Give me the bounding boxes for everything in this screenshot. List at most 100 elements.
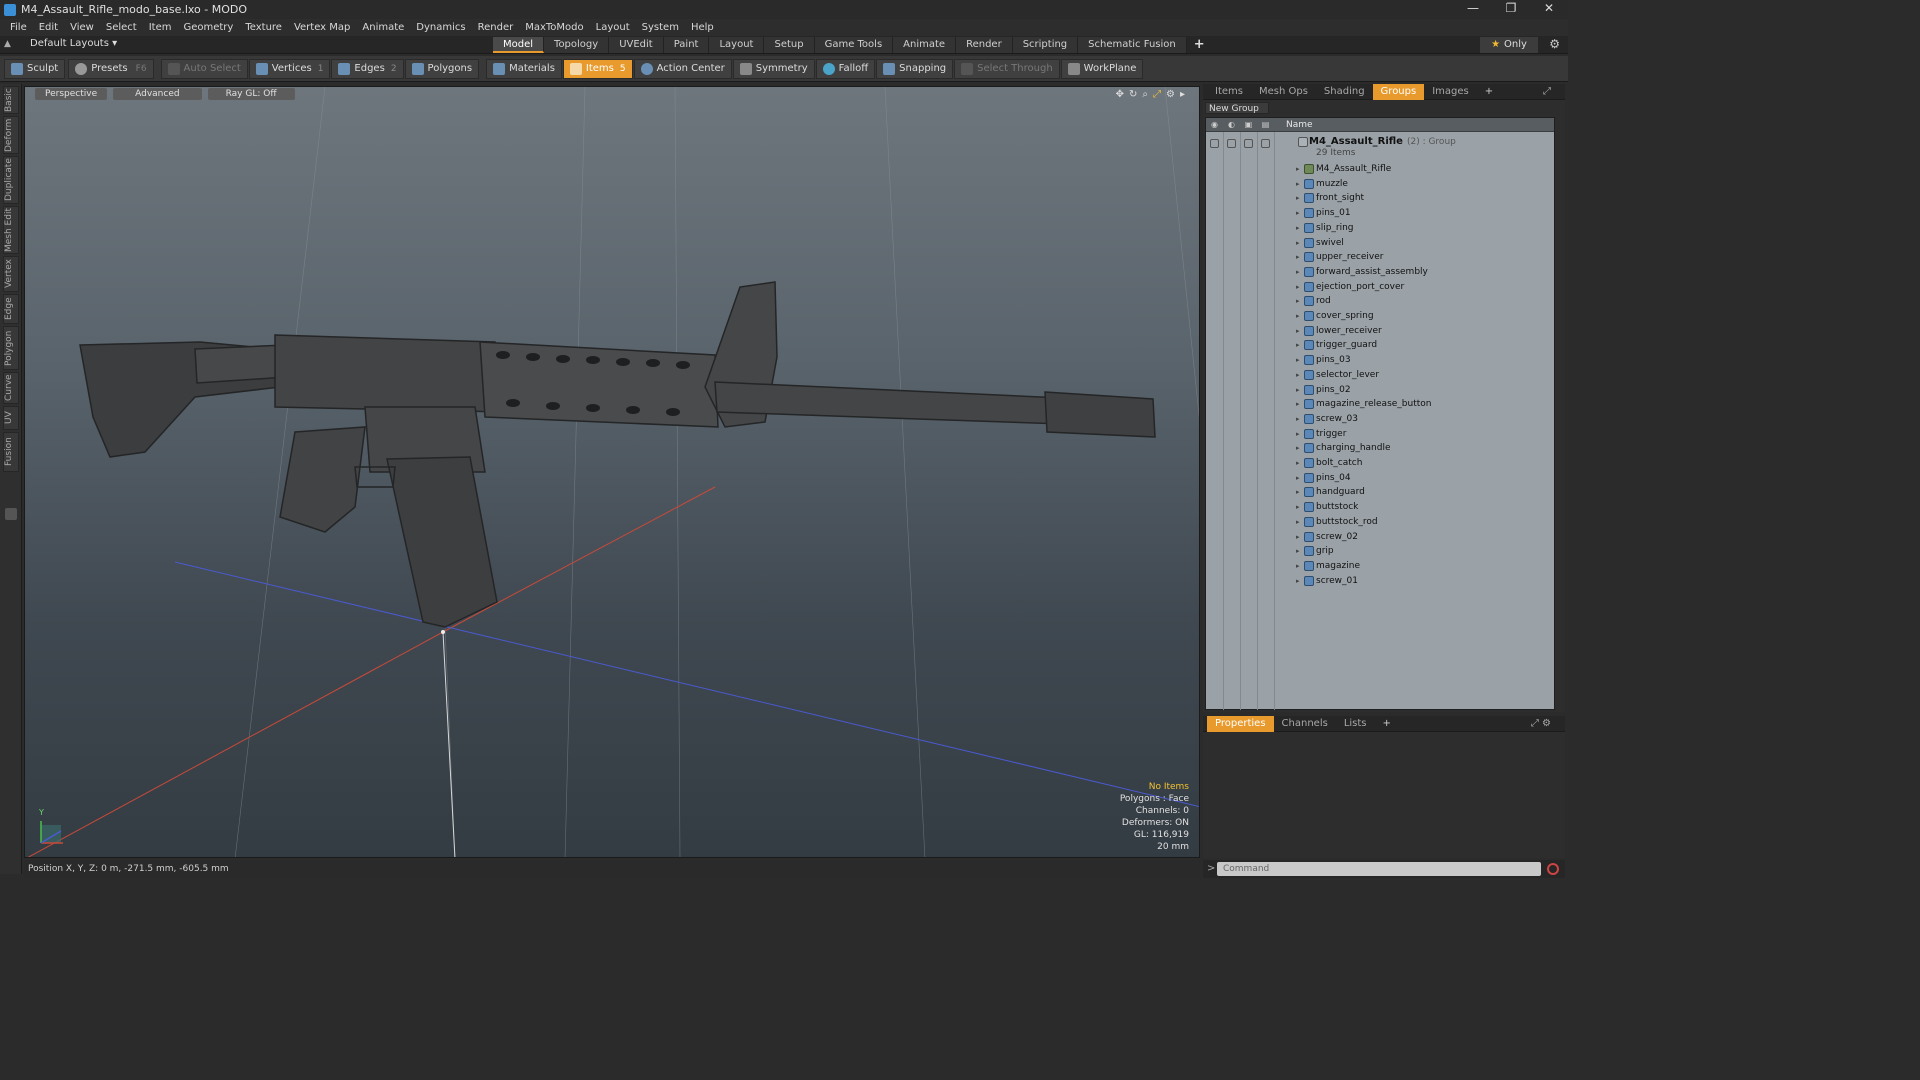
tab-topology[interactable]: Topology: [544, 37, 610, 53]
tab-uvedit[interactable]: UVEdit: [609, 37, 664, 53]
add-tab-button[interactable]: +: [1187, 37, 1212, 53]
list-item[interactable]: ▸ rod: [1206, 294, 1554, 308]
menu-layout[interactable]: Layout: [590, 22, 636, 33]
expand-arrow-icon[interactable]: ▸: [1296, 224, 1300, 232]
expand-arrow-icon[interactable]: ▸: [1296, 239, 1300, 247]
record-macro-icon[interactable]: [1547, 863, 1559, 875]
polygons-button[interactable]: Polygons: [404, 58, 480, 79]
viewport-menu-arrow-icon[interactable]: ▸: [1180, 89, 1185, 100]
only-toggle[interactable]: ★ Only: [1480, 37, 1538, 53]
expand-arrow-icon[interactable]: ▸: [1296, 444, 1300, 452]
view-mode-dropdown[interactable]: Perspective: [35, 88, 108, 100]
list-item[interactable]: ▸ swivel: [1206, 236, 1554, 250]
expand-arrow-icon[interactable]: ▸: [1296, 327, 1300, 335]
panel-tab-shading[interactable]: Shading: [1316, 84, 1373, 100]
expand-arrow-icon[interactable]: ▸: [1296, 297, 1300, 305]
tab-paint[interactable]: Paint: [663, 37, 710, 53]
falloff-button[interactable]: Falloff: [815, 58, 876, 79]
expand-arrow-icon[interactable]: ▸: [1296, 312, 1300, 320]
list-item[interactable]: ▸ grip: [1206, 544, 1554, 558]
render-column-icon[interactable]: ◐: [1223, 120, 1240, 129]
pan-icon[interactable]: ✥: [1116, 89, 1124, 100]
gear-icon[interactable]: ⚙: [1549, 37, 1560, 51]
select-through-button[interactable]: Select Through: [954, 58, 1060, 79]
sidebar-toggle-icon[interactable]: [5, 508, 17, 520]
snapping-button[interactable]: Snapping: [876, 58, 954, 79]
sidebar-tab-deform[interactable]: Deform: [3, 116, 19, 154]
menu-edit[interactable]: Edit: [33, 22, 64, 33]
menu-texture[interactable]: Texture: [239, 22, 288, 33]
tab-schematic-fusion[interactable]: Schematic Fusion: [1078, 37, 1187, 53]
menu-dynamics[interactable]: Dynamics: [410, 22, 471, 33]
list-item[interactable]: ▸ screw_02: [1206, 530, 1554, 544]
close-button[interactable]: ✕: [1530, 0, 1568, 19]
list-item[interactable]: ▸ cover_spring: [1206, 309, 1554, 323]
list-item[interactable]: ▸ muzzle: [1206, 177, 1554, 191]
expand-arrow-icon[interactable]: ▸: [1296, 194, 1300, 202]
tab-animate[interactable]: Animate: [893, 37, 957, 53]
workplane-button[interactable]: WorkPlane: [1060, 58, 1144, 79]
group-row[interactable]: M4_Assault_Rifle (2) : Group 29 Items: [1206, 136, 1554, 162]
raygl-toggle[interactable]: Ray GL: Off: [207, 88, 295, 100]
expand-arrow-icon[interactable]: ▸: [1296, 400, 1300, 408]
tab-layout[interactable]: Layout: [709, 37, 765, 53]
sidebar-tab-basic[interactable]: Basic: [3, 86, 19, 114]
tab-scripting[interactable]: Scripting: [1012, 37, 1079, 53]
command-input[interactable]: Command: [1217, 862, 1541, 876]
list-item[interactable]: ▸ front_sight: [1206, 191, 1554, 205]
expand-arrow-icon[interactable]: ▸: [1296, 371, 1300, 379]
list-item[interactable]: ▸ buttstock: [1206, 500, 1554, 514]
rotate-icon[interactable]: ↻: [1129, 89, 1137, 100]
expand-arrow-icon[interactable]: ▸: [1296, 459, 1300, 467]
list-item[interactable]: ▸ ejection_port_cover: [1206, 280, 1554, 294]
panel-tab-items[interactable]: Items: [1207, 84, 1251, 100]
sidebar-tab-uv[interactable]: UV: [3, 406, 19, 430]
menu-item[interactable]: Item: [143, 22, 178, 33]
restore-button[interactable]: ❐: [1492, 0, 1530, 19]
vertices-button[interactable]: Vertices 1: [248, 58, 331, 79]
expand-arrow-icon[interactable]: ▸: [1296, 180, 1300, 188]
menu-help[interactable]: Help: [685, 22, 720, 33]
menu-file[interactable]: File: [4, 22, 33, 33]
menu-system[interactable]: System: [636, 22, 685, 33]
sidebar-tab-edge[interactable]: Edge: [3, 294, 19, 324]
panel-tab-images[interactable]: Images: [1424, 84, 1477, 100]
expand-arrow-icon[interactable]: ▸: [1296, 268, 1300, 276]
tab-render[interactable]: Render: [956, 37, 1013, 53]
visibility-column-icon[interactable]: ◉: [1206, 120, 1223, 129]
props-expand-icon[interactable]: ⤢ ⚙: [1523, 716, 1559, 732]
expand-arrow-icon[interactable]: ▸: [1296, 341, 1300, 349]
props-tab-lists[interactable]: Lists: [1336, 716, 1375, 732]
tab-game-tools[interactable]: Game Tools: [814, 37, 894, 53]
panel-tab-mesh-ops[interactable]: Mesh Ops: [1251, 84, 1316, 100]
expand-arrow-icon[interactable]: ▸: [1296, 386, 1300, 394]
m4-rifle-model[interactable]: [79, 281, 1156, 628]
sidebar-tab-curve[interactable]: Curve: [3, 372, 19, 404]
menu-view[interactable]: View: [64, 22, 100, 33]
new-group-button[interactable]: New Group: [1205, 102, 1269, 114]
expand-arrow-icon[interactable]: ▸: [1296, 547, 1300, 555]
presets-button[interactable]: Presets F6: [68, 58, 154, 79]
tab-model[interactable]: Model: [493, 37, 545, 53]
menu-maxtomodo[interactable]: MaxToModo: [519, 22, 589, 33]
expand-arrow-icon[interactable]: ▸: [1296, 474, 1300, 482]
menu-select[interactable]: Select: [100, 22, 143, 33]
list-item[interactable]: ▸ pins_03: [1206, 353, 1554, 367]
action-center-button[interactable]: Action Center: [633, 58, 732, 79]
props-tab-properties[interactable]: Properties: [1207, 715, 1274, 732]
list-item[interactable]: ▸ slip_ring: [1206, 221, 1554, 235]
list-item[interactable]: ▸ trigger: [1206, 427, 1554, 441]
layout-name[interactable]: Default Layouts ▾: [30, 38, 117, 49]
panel-tab-groups[interactable]: Groups: [1372, 83, 1425, 100]
panel-add-tab-button[interactable]: +: [1477, 84, 1501, 100]
sidebar-tab-duplicate[interactable]: Duplicate: [3, 156, 19, 204]
auto-select-button[interactable]: Auto Select: [160, 58, 248, 79]
list-item[interactable]: ▸ trigger_guard: [1206, 338, 1554, 352]
minimize-button[interactable]: —: [1454, 0, 1492, 19]
sidebar-tab-fusion[interactable]: Fusion: [3, 432, 19, 472]
group-visibility-toggle[interactable]: [1210, 139, 1219, 148]
viewport-settings-icon[interactable]: ⚙: [1166, 89, 1175, 100]
expand-arrow-icon[interactable]: ▸: [1296, 562, 1300, 570]
expand-panel-icon[interactable]: ⤢: [1535, 84, 1559, 100]
list-item[interactable]: ▸ screw_03: [1206, 412, 1554, 426]
